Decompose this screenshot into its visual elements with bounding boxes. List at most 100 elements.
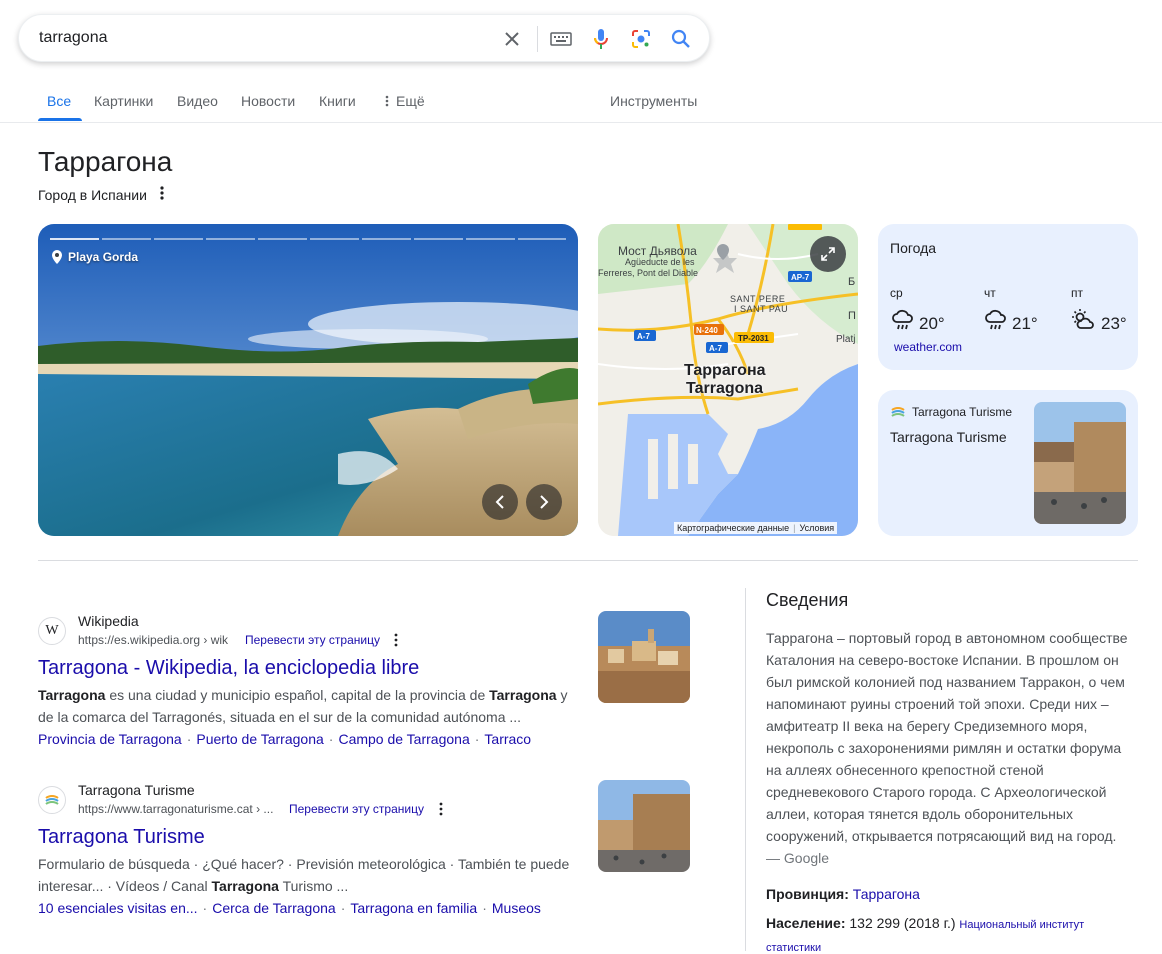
entity-subtitle: Город в Испании	[38, 187, 147, 203]
sitelink[interactable]: Cerca de Tarragona	[212, 900, 335, 916]
tourism-site-name: Tarragona Turisme	[912, 405, 1013, 419]
lens-icon[interactable]	[627, 25, 655, 53]
tab-more[interactable]: Ещё	[384, 93, 425, 109]
weather-day: чт	[984, 286, 996, 300]
map-label-bridge-es2: Ferreres, Pont del Diable	[598, 268, 699, 278]
result-title-link[interactable]: Tarragona - Wikipedia, la enciclopedia l…	[38, 657, 419, 680]
tourism-logo-icon	[891, 406, 905, 417]
tab-videos[interactable]: Видео	[177, 93, 218, 109]
entity-title: Таррагона	[38, 146, 173, 177]
result-more-icon[interactable]	[393, 633, 399, 647]
map-road-n240: N-240	[696, 326, 718, 335]
slide-indicator	[310, 238, 359, 240]
tourism-favicon-icon	[38, 786, 66, 814]
tab-books[interactable]: Книги	[319, 93, 356, 109]
map-terms-link[interactable]: Условия	[800, 523, 835, 533]
slide-indicator	[362, 238, 411, 240]
map-credit: Картографические данные	[677, 523, 790, 533]
result-title-link[interactable]: Tarragona Turisme	[38, 826, 205, 849]
tools-button[interactable]: Инструменты	[610, 93, 697, 109]
result-thumbnail[interactable]	[598, 611, 690, 703]
result-more-icon[interactable]	[438, 802, 444, 816]
section-divider	[38, 560, 1138, 561]
slide-indicator	[414, 238, 463, 240]
weather-temp: 23°	[1101, 314, 1127, 333]
weather-source-link[interactable]: weather.com	[894, 340, 962, 354]
map-attribution: Картографические данные | Условия	[674, 522, 838, 534]
slide-indicator	[50, 238, 99, 240]
fact-population-source: статистики	[766, 938, 821, 954]
map-label-district: SANT PERE	[730, 294, 786, 304]
fact-province: Провинция: Таррагона	[766, 886, 920, 902]
search-tabs: Все Картинки Видео Новости Книги Ещё Инс…	[0, 80, 1162, 123]
sitelink[interactable]: Museos	[492, 900, 541, 916]
sitelink[interactable]: Tarragona en familia	[350, 900, 477, 916]
result-snippet: Formulario de búsqueda · ¿Qué hacer? · P…	[38, 856, 570, 894]
sitelink[interactable]: Provincia de Tarragona	[38, 731, 182, 747]
search-bar[interactable]: tarragona	[18, 14, 710, 62]
map-label-district2: I SANT PAU	[734, 304, 789, 314]
info-text: Таррагона – портовый город в автономном …	[766, 630, 1128, 844]
chevron-left-icon	[495, 495, 504, 509]
photo-carousel[interactable]: Playa Gorda	[38, 224, 578, 536]
slide-indicator	[102, 238, 151, 240]
search-divider	[537, 26, 538, 52]
sitelink[interactable]: Campo de Tarragona	[338, 731, 469, 747]
result-site-name: Wikipedia	[78, 613, 139, 629]
search-icon[interactable]	[667, 25, 695, 53]
fact-source-link[interactable]: Национальный институт	[959, 919, 1084, 931]
translate-link[interactable]: Перевести эту страницу	[245, 633, 380, 647]
map-road-a7b: A-7	[709, 344, 722, 353]
tab-all[interactable]: Все	[47, 93, 71, 109]
search-input[interactable]: tarragona	[39, 27, 108, 49]
tab-images[interactable]: Картинки	[94, 93, 153, 109]
rain-cloud-icon	[892, 309, 913, 330]
weather-card[interactable]: Погода ср чт пт 20° 21° 23° weather.com	[878, 224, 1138, 370]
map-road-a7: A-7	[637, 332, 650, 341]
clear-icon[interactable]	[498, 25, 526, 53]
map-expand-button[interactable]	[810, 236, 846, 272]
fact-source-link[interactable]: статистики	[766, 942, 821, 954]
more-options-icon[interactable]	[158, 185, 166, 206]
map-widget[interactable]: Мост Дьявола Agüeducte de les Ferreres, …	[598, 224, 858, 536]
slide-indicator	[466, 238, 515, 240]
next-photo-button[interactable]	[526, 484, 562, 520]
rain-cloud-icon	[985, 309, 1006, 330]
weather-day: пт	[1071, 286, 1083, 300]
map-label-bridge-es: Agüeducte de les	[625, 257, 695, 267]
result-sitelinks: Provincia de Tarragona · Puerto de Tarrago…	[38, 731, 532, 747]
info-source: — Google	[766, 850, 830, 866]
map-city-label: Tarragona	[686, 380, 764, 397]
slide-indicator	[258, 238, 307, 240]
result-sitelinks: 10 esenciales visitas en... · Cerca de Tar…	[38, 900, 541, 916]
photo-location: Playa Gorda	[52, 250, 138, 264]
slide-indicator	[154, 238, 203, 240]
map-city-label-ru: Таррагона	[684, 362, 766, 379]
panel-divider	[745, 588, 746, 951]
map-edge-label: П	[848, 310, 856, 322]
tourism-title[interactable]: Tarragona Turisme	[890, 429, 1007, 445]
active-tab-indicator	[38, 118, 82, 121]
sitelink[interactable]: 10 esenciales visitas en...	[38, 900, 198, 916]
slide-indicator	[206, 238, 255, 240]
tourism-card[interactable]: Tarragona Turisme Tarragona Turisme	[878, 390, 1138, 536]
map-road-tp: TP-2031	[738, 334, 769, 343]
result-url: https://es.wikipedia.org › wik	[78, 633, 229, 647]
result-url: https://www.tarragonaturisme.cat › ...	[78, 802, 274, 816]
translate-link[interactable]: Перевести эту страницу	[289, 802, 424, 816]
microphone-icon[interactable]	[587, 25, 615, 53]
sitelink[interactable]: Puerto de Tarragona	[196, 731, 323, 747]
tab-news[interactable]: Новости	[241, 93, 295, 109]
chevron-right-icon	[540, 495, 549, 509]
result-thumbnail[interactable]	[598, 780, 690, 872]
tourism-thumbnail	[1034, 402, 1126, 524]
tab-more-label: Ещё	[396, 93, 425, 109]
fact-value-link[interactable]: Таррагона	[853, 886, 920, 902]
sitelink[interactable]: Tarraco	[484, 731, 531, 747]
partly-cloudy-icon	[1072, 309, 1094, 329]
prev-photo-button[interactable]	[482, 484, 518, 520]
keyboard-icon[interactable]	[547, 25, 575, 53]
map-road-ap7: AP-7	[791, 273, 810, 282]
result-snippet: Tarragona es una ciudad y municipio espa…	[38, 687, 568, 725]
info-heading: Сведения	[766, 590, 849, 610]
